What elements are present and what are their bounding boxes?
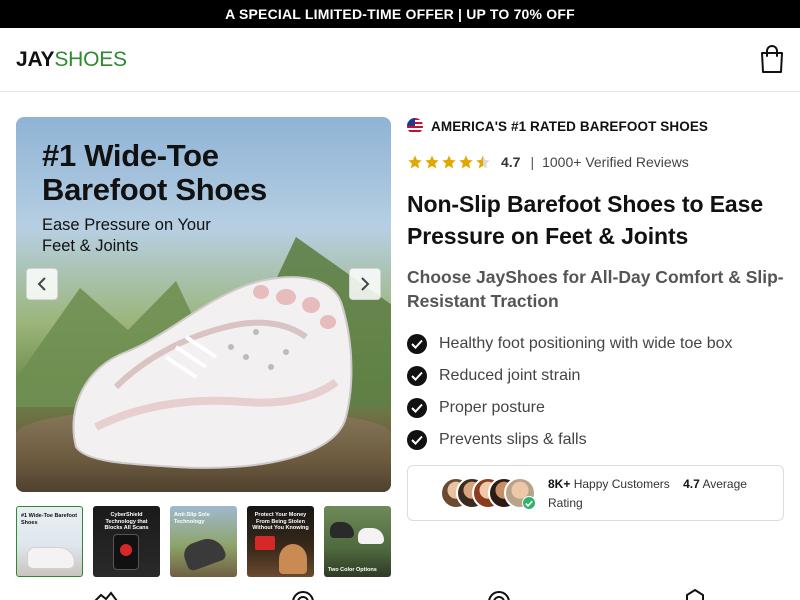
benefit-text: Prevents slips & falls (439, 431, 587, 448)
social-proof-text: 8K+ Happy Customers 4.7 Average Rating (548, 475, 778, 513)
thumbnail-1[interactable]: #1 Wide-Toe Barefoot Shoes (16, 506, 83, 577)
average-rating-value: 4.7 (683, 477, 700, 491)
benefit-text: Healthy foot positioning with wide toe b… (439, 335, 733, 352)
rated-badge: AMERICA'S #1 RATED BAREFOOT SHOES (407, 118, 708, 134)
thumbnail-2[interactable]: CyberShield Technology that Blocks All S… (93, 506, 160, 577)
star-icon (425, 155, 439, 169)
thumbnail-caption: #1 Wide-Toe Barefoot Shoes (21, 513, 78, 526)
half-star-icon (476, 155, 490, 169)
hero-title: #1 Wide-Toe Barefoot Shoes (42, 139, 267, 207)
chevron-right-icon (361, 277, 370, 291)
logo-jay: JAY (16, 48, 55, 71)
star-icon (442, 155, 456, 169)
benefit-text: Reduced joint strain (439, 367, 581, 384)
rating-separator: | (530, 154, 535, 170)
hero-subtitle: Ease Pressure on Your Feet & Joints (42, 215, 211, 257)
logo-shoes: SHOES (54, 48, 127, 71)
benefit-item: Healthy foot positioning with wide toe b… (407, 328, 733, 360)
social-proof-box: 8K+ Happy Customers 4.7 Average Rating (407, 465, 784, 521)
check-circle-icon (407, 430, 427, 450)
verified-check-icon (522, 496, 536, 510)
customers-count: 8K+ (548, 477, 571, 491)
thumbnail-caption: Two Color Options (328, 566, 377, 573)
rated-badge-text: AMERICA'S #1 RATED BAREFOOT SHOES (431, 118, 709, 134)
rating-value: 4.7 (501, 154, 521, 170)
benefit-list: Healthy foot positioning with wide toe b… (407, 328, 733, 456)
hero-sub-line1: Ease Pressure on Your (42, 216, 211, 234)
check-circle-icon (407, 398, 427, 418)
shopping-bag-icon[interactable] (758, 44, 786, 74)
thumbnail-4[interactable]: Protect Your Money From Being Stolen Wit… (247, 506, 314, 577)
us-flag-icon (407, 118, 423, 134)
product-subtitle: Choose JayShoes for All-Day Comfort & Sl… (407, 267, 784, 311)
feature-icon (93, 588, 119, 600)
thumbnail-caption: Protect Your Money From Being Stolen Wit… (252, 512, 309, 531)
check-circle-icon (407, 366, 427, 386)
promo-banner: A SPECIAL LIMITED-TIME OFFER | UP TO 70%… (0, 0, 800, 28)
hero-sub-line2: Feet & Joints (42, 237, 139, 255)
star-rating (407, 154, 491, 170)
hero-title-line2: Barefoot Shoes (42, 172, 267, 207)
thumbnail-caption: Anti-Slip Sole Technology (174, 512, 210, 525)
product-hero-image: #1 Wide-Toe Barefoot Shoes Ease Pressure… (16, 117, 391, 492)
feature-icons-row (0, 588, 800, 600)
gallery-prev-button[interactable] (26, 268, 58, 300)
promo-text: A SPECIAL LIMITED-TIME OFFER | UP TO 70%… (225, 6, 575, 22)
site-logo[interactable]: JAYSHOES (16, 48, 127, 72)
feature-icon (486, 588, 512, 600)
check-circle-icon (407, 334, 427, 354)
chevron-left-icon (37, 277, 46, 291)
rating-summary[interactable]: 4.7 | 1000+ Verified Reviews (407, 152, 689, 172)
customers-label: Happy Customers (573, 477, 670, 491)
gallery-next-button[interactable] (349, 268, 381, 300)
thumbnail-caption: CyberShield Technology that Blocks All S… (104, 512, 149, 531)
thumbnail-5[interactable]: Two Color Options (324, 506, 391, 577)
benefit-text: Proper posture (439, 399, 545, 416)
star-icon (408, 155, 422, 169)
feature-icon (682, 588, 708, 600)
thumbnail-3[interactable]: Anti-Slip Sole Technology (170, 506, 237, 577)
review-count[interactable]: 1000+ Verified Reviews (542, 154, 689, 170)
shoe-illustration (72, 276, 353, 469)
benefit-item: Proper posture (407, 392, 733, 424)
thumbnail-strip: #1 Wide-Toe Barefoot Shoes CyberShield T… (16, 506, 391, 577)
product-title: Non-Slip Barefoot Shoes to Ease Pressure… (407, 191, 764, 249)
hero-title-line1: #1 Wide-Toe (42, 138, 219, 173)
feature-icon (290, 588, 316, 600)
customer-avatars (440, 477, 540, 511)
star-icon (459, 155, 473, 169)
benefit-item: Prevents slips & falls (407, 424, 733, 456)
site-header: JAYSHOES (0, 28, 800, 92)
benefit-item: Reduced joint strain (407, 360, 733, 392)
